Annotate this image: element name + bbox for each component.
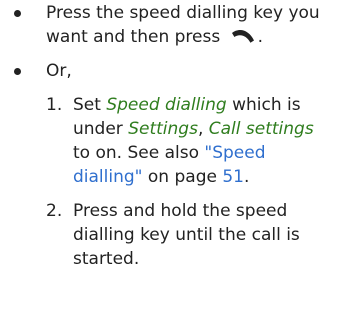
step-text-fragment: which is xyxy=(226,95,301,115)
page-reference-link[interactable]: 51 xyxy=(222,167,244,187)
step-text-line: Press and hold the speed xyxy=(73,201,288,221)
step-text-fragment: , xyxy=(197,119,209,139)
speed-dialling-menu-term: Speed dialling xyxy=(106,95,227,115)
step-text-line: dialling" on page 51. xyxy=(73,165,338,189)
bullet-item-speed-dial: Press the speed dialling key you want an… xyxy=(0,1,338,49)
step-text-line: dialling key until the call is xyxy=(73,225,300,245)
settings-menu-term: Settings xyxy=(128,119,198,139)
numbered-step-2: 2. Press and hold the speed dialling key… xyxy=(0,199,338,271)
speed-dialling-cross-reference-link-continued[interactable]: dialling" xyxy=(73,167,143,187)
numbered-step-1: 1. Set Speed dialling which is under Set… xyxy=(0,93,338,189)
step-text-line: to on. See also "Speed xyxy=(73,141,338,165)
step-text-line: started. xyxy=(73,249,140,269)
bullet-item-or: Or, xyxy=(0,59,338,83)
step-text-fragment: under xyxy=(73,119,129,139)
step-text-fragment: . xyxy=(244,167,250,187)
step-text-fragment: on page xyxy=(142,167,223,187)
bullet-marker xyxy=(14,68,21,75)
step-text-line: Set Speed dialling which is xyxy=(73,93,338,117)
call-key-icon xyxy=(231,29,254,43)
bullet-text-line: Press the speed dialling key you xyxy=(46,3,320,23)
step-text-fragment: to on. See also xyxy=(73,143,205,163)
speed-dialling-cross-reference-link[interactable]: "Speed xyxy=(204,143,265,163)
instruction-block: Press the speed dialling key you want an… xyxy=(0,1,338,271)
step-text-line: under Settings, Call settings xyxy=(73,117,338,141)
step-text-fragment: Set xyxy=(73,95,107,115)
step-number: 2. xyxy=(46,201,63,221)
bullet-text-line: want and then press . xyxy=(46,25,338,49)
bullet-text-line: Or, xyxy=(46,61,72,81)
bullet-text-fragment: . xyxy=(257,27,264,47)
bullet-text-fragment: want and then press xyxy=(46,27,226,47)
step-number: 1. xyxy=(46,95,63,115)
call-settings-menu-term: Call settings xyxy=(208,119,314,139)
bullet-marker xyxy=(14,10,21,17)
